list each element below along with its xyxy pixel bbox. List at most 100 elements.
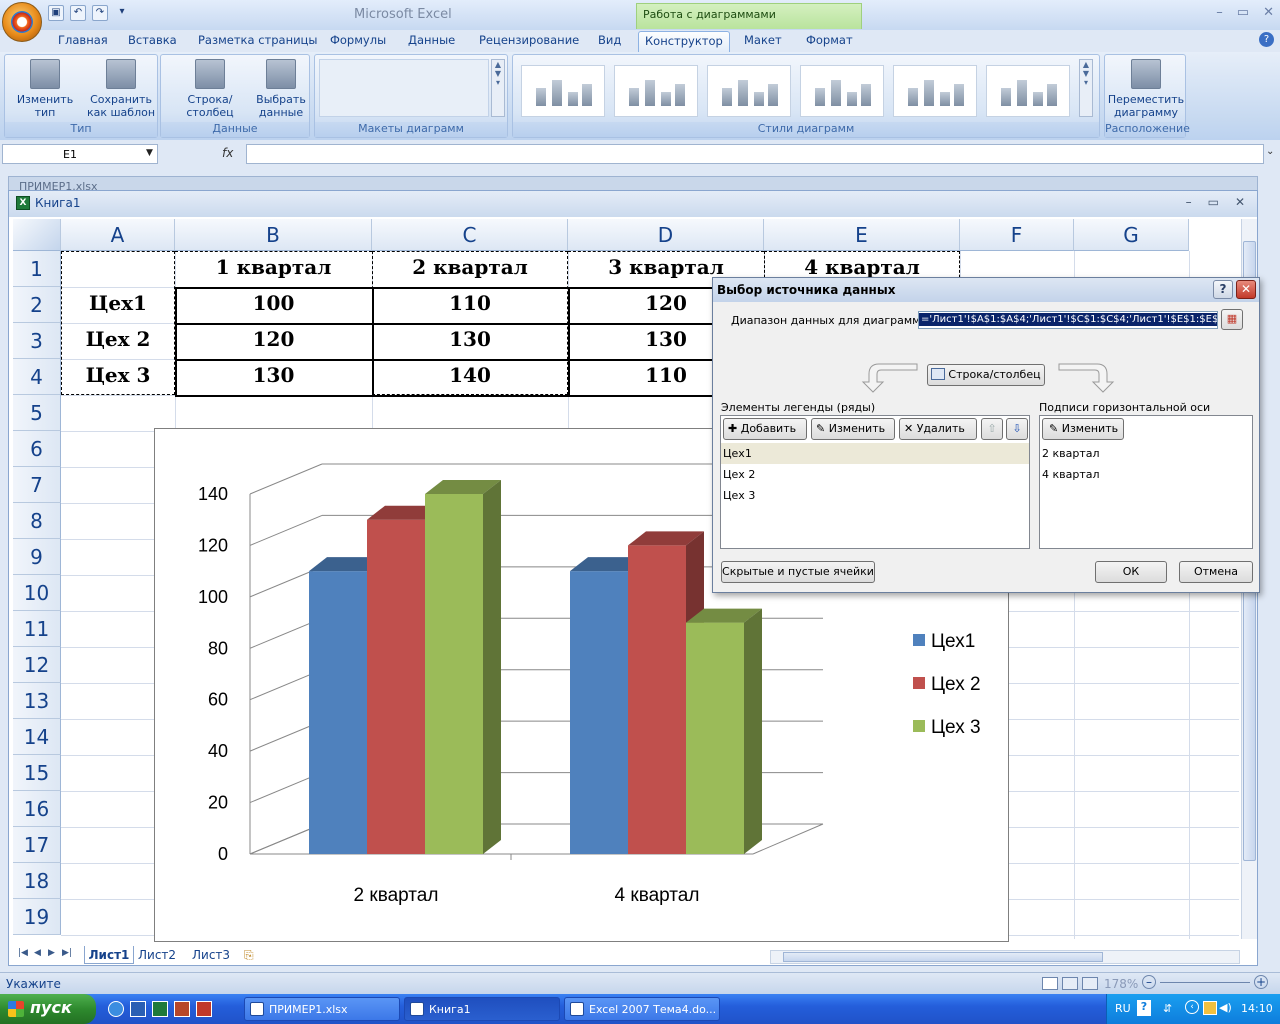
column-header-g[interactable]: G [1074,219,1189,251]
language-indicator[interactable]: RU [1115,1002,1131,1015]
axis-item-1[interactable]: 2 квартал [1042,447,1100,460]
chart-style-1[interactable] [521,65,605,117]
page-layout-view-icon[interactable] [1062,977,1078,990]
series-item-2[interactable]: Цех 2 [723,468,755,481]
layouts-gallery-scroll[interactable]: ▲ ▼ ▾ [491,59,505,117]
column-header-b[interactable]: B [175,219,372,251]
sheet-tab-1[interactable]: Лист1 [84,946,134,964]
redo-icon[interactable]: ↷ [92,5,108,21]
name-box[interactable]: E1 [2,144,158,164]
insert-function-icon[interactable]: fx [222,146,233,160]
chart-style-6[interactable] [986,65,1070,117]
tab-review[interactable]: Рецензирование [473,31,585,52]
help-icon[interactable]: ? [1259,32,1274,47]
dialog-help-icon[interactable]: ? [1213,280,1233,299]
network-icon[interactable]: ⇵ [1163,1002,1172,1015]
zoom-out-icon[interactable]: – [1142,975,1156,989]
row-header-19[interactable]: 19 [13,899,61,935]
close-icon[interactable]: ✕ [1263,5,1274,20]
tab-insert[interactable]: Вставка [122,31,183,52]
row-header-10[interactable]: 10 [13,575,61,611]
layouts-gallery[interactable] [319,59,489,117]
formula-input[interactable] [246,144,1264,164]
ie-icon[interactable] [108,1001,124,1017]
back-icon[interactable]: ‹ [1185,1000,1199,1014]
insert-sheet-icon[interactable]: ⎘ [244,946,254,964]
move-down-icon[interactable]: ⇩ [1006,418,1028,440]
row-header-4[interactable]: 4 [13,359,61,395]
row-header-7[interactable]: 7 [13,467,61,503]
row-header-6[interactable]: 6 [13,431,61,467]
task-kniga1[interactable]: Книга1 [404,997,560,1021]
row-header-18[interactable]: 18 [13,863,61,899]
delete-series-button[interactable]: ✕ Удалить [899,418,977,440]
workbook-close-icon[interactable]: ✕ [1235,195,1245,209]
normal-view-icon[interactable] [1042,977,1058,990]
switch-row-column-button[interactable]: Строка/столбец [165,59,255,119]
tab-view[interactable]: Вид [592,31,627,52]
row-header-8[interactable]: 8 [13,503,61,539]
chart-style-5[interactable] [893,65,977,117]
row-header-16[interactable]: 16 [13,791,61,827]
row-header-2[interactable]: 2 [13,287,61,323]
tab-page-layout[interactable]: Разметка страницы [192,31,323,52]
switch-row-column-dialog-button[interactable]: Строка/столбец [927,364,1045,386]
horizontal-scroll-thumb[interactable] [783,952,1103,962]
edit-axis-labels-button[interactable]: ✎ Изменить [1042,418,1124,440]
axis-item-2[interactable]: 4 квартал [1042,468,1100,481]
zoom-in-icon[interactable]: + [1254,975,1268,989]
column-header-a[interactable]: A [61,219,175,251]
zoom-level[interactable]: 178% [1104,977,1138,991]
row-header-15[interactable]: 15 [13,755,61,791]
save-icon[interactable]: ▣ [48,5,64,21]
move-chart-button[interactable]: Переместить диаграмму [1107,59,1185,119]
cancel-button[interactable]: Отмена [1179,561,1253,583]
powerpoint-icon[interactable] [174,1001,190,1017]
tab-format[interactable]: Формат [800,31,859,52]
start-button[interactable]: пуск [0,994,96,1024]
acrobat-icon[interactable] [196,1001,212,1017]
row-header-12[interactable]: 12 [13,647,61,683]
lang-help-icon[interactable]: ? [1137,1000,1151,1016]
value-cell[interactable]: 120 [175,327,372,351]
select-all-corner[interactable] [13,219,61,251]
tray-app-icon[interactable] [1203,1001,1217,1015]
minimize-icon[interactable]: – [1216,5,1223,20]
chart-style-2[interactable] [614,65,698,117]
hidden-empty-cells-button[interactable]: Скрытые и пустые ячейки [721,561,875,583]
edit-series-button[interactable]: ✎ Изменить [811,418,895,440]
column-header-c[interactable]: C [372,219,568,251]
row-header-14[interactable]: 14 [13,719,61,755]
row-header-9[interactable]: 9 [13,539,61,575]
office-button[interactable] [2,2,42,42]
chart-style-3[interactable] [707,65,791,117]
next-sheet-icon[interactable]: ▶ [48,948,55,958]
page-break-view-icon[interactable] [1082,977,1098,990]
undo-icon[interactable]: ↶ [70,5,86,21]
column-header-d[interactable]: D [568,219,764,251]
ok-button[interactable]: ОК [1095,561,1167,583]
save-as-template-button[interactable]: Сохранить как шаблон [85,59,157,119]
tab-design[interactable]: Конструктор [638,31,730,52]
workbook-minimize-icon[interactable]: – [1186,195,1192,209]
value-cell[interactable]: 100 [175,291,372,315]
range-input[interactable]: ='Лист1'!$A$1:$A$4;'Лист1'!$C$1:$C$4;'Ли… [918,311,1218,329]
column-header-e[interactable]: E [764,219,960,251]
select-data-button[interactable]: Выбрать данные [255,59,307,119]
excel-icon[interactable] [152,1001,168,1017]
task-primer1[interactable]: ПРИМЕР1.xlsx [244,997,400,1021]
series-item-3[interactable]: Цех 3 [723,489,755,502]
maximize-icon[interactable]: ▭ [1237,5,1249,20]
series-item-1[interactable]: Цех1 [723,447,752,460]
volume-icon[interactable]: ◀) [1219,1001,1232,1014]
expand-formula-icon[interactable]: ⌄ [1266,146,1274,157]
zoom-slider[interactable] [1160,982,1250,983]
last-sheet-icon[interactable]: ▶| [62,948,72,958]
dialog-close-icon[interactable]: ✕ [1236,280,1256,299]
tab-data[interactable]: Данные [402,31,461,52]
column-header-f[interactable]: F [960,219,1074,251]
row-header-11[interactable]: 11 [13,611,61,647]
move-up-icon[interactable]: ⇧ [981,418,1003,440]
styles-gallery-scroll[interactable]: ▲ ▼ ▾ [1079,59,1093,117]
row-header-3[interactable]: 3 [13,323,61,359]
